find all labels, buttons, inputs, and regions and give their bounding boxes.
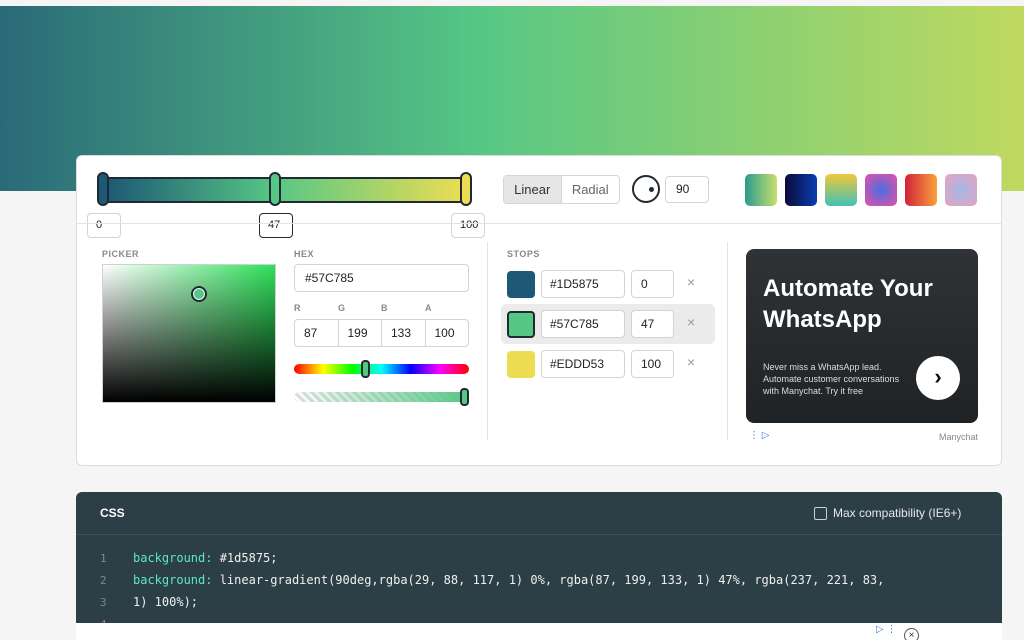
stop-handle-47[interactable] <box>269 172 281 206</box>
ad-info-icon[interactable]: ⋮ ▷ <box>749 430 769 441</box>
preset-swatch-6[interactable] <box>945 174 977 206</box>
code-line: background: #1d5875; <box>133 551 278 565</box>
css-property: background: <box>133 573 213 587</box>
preset-swatch-3[interactable] <box>825 174 857 206</box>
css-title: CSS <box>100 506 125 520</box>
stop-color-swatch[interactable] <box>507 351 535 378</box>
picker-label: PICKER <box>102 249 140 259</box>
vertical-divider <box>727 242 728 440</box>
stops-label: STOPS <box>507 249 540 259</box>
preset-swatch-1[interactable] <box>745 174 777 206</box>
color-picker-knob[interactable] <box>191 286 207 302</box>
gradient-mode-toggle: Linear Radial <box>503 175 620 204</box>
ad-brand: Manychat <box>939 432 979 442</box>
hue-slider-thumb[interactable] <box>361 360 370 378</box>
ad-arrow-button[interactable]: › <box>916 356 960 400</box>
stop-position-input[interactable]: 47 <box>631 310 674 338</box>
g-input[interactable]: 199 <box>339 320 382 346</box>
angle-input[interactable]: 90 <box>665 176 709 203</box>
divider <box>77 223 1001 224</box>
stop-handle-0[interactable] <box>97 172 109 206</box>
preset-swatch-4[interactable] <box>865 174 897 206</box>
stop-color-swatch[interactable] <box>507 311 535 338</box>
stop-row[interactable]: #EDDD53 100 × <box>501 344 715 384</box>
code-line: 1) 100%); <box>133 595 198 609</box>
vertical-divider <box>487 242 488 440</box>
gradient-bar[interactable] <box>104 177 468 203</box>
hex-label: HEX <box>294 249 315 259</box>
gradient-editor-panel: 0 47 100 Linear Radial 90 PICKER HEX #57… <box>76 155 1002 466</box>
css-output-panel: CSS Max compatibility (IE6+) 1 backgroun… <box>76 492 1002 640</box>
a-label: A <box>425 303 432 313</box>
ad-title: Automate Your WhatsApp <box>763 275 933 333</box>
stop-position-47[interactable]: 47 <box>259 213 293 238</box>
hue-slider[interactable] <box>294 364 469 374</box>
r-label: R <box>294 303 301 313</box>
code-line: background: linear-gradient(90deg,rgba(2… <box>133 573 884 587</box>
b-label: B <box>381 303 388 313</box>
a-input[interactable]: 100 <box>426 320 469 346</box>
stop-hex-input[interactable]: #57C785 <box>541 310 625 338</box>
css-value: 1) 100%); <box>133 595 199 609</box>
remove-stop-icon[interactable]: × <box>687 274 695 290</box>
alpha-slider-thumb[interactable] <box>460 388 469 406</box>
remove-stop-icon[interactable]: × <box>687 314 695 330</box>
g-label: G <box>338 303 346 313</box>
stop-color-swatch[interactable] <box>507 271 535 298</box>
max-compatibility-label[interactable]: Max compatibility (IE6+) <box>833 506 961 520</box>
stop-position-input[interactable]: 100 <box>631 350 674 378</box>
saturation-value-picker[interactable] <box>102 264 276 403</box>
advertisement[interactable]: Automate Your WhatsApp Never miss a What… <box>746 249 978 423</box>
stop-handle-100[interactable] <box>460 172 472 206</box>
b-input[interactable]: 133 <box>382 320 426 346</box>
stop-row[interactable]: #57C785 47 × <box>501 304 715 344</box>
stop-hex-input[interactable]: #1D5875 <box>541 270 625 298</box>
css-value: #1d5875; <box>212 551 278 565</box>
close-icon[interactable]: × <box>904 628 919 640</box>
linear-button[interactable]: Linear <box>504 176 562 203</box>
ad-body: Never miss a WhatsApp lead. Automate cus… <box>763 362 900 396</box>
css-value: linear-gradient(90deg,rgba(29, 88, 117, … <box>212 573 885 587</box>
bottom-ad-info-icon[interactable]: ▷ ⋮ <box>876 624 896 635</box>
stop-position-0[interactable]: 0 <box>87 213 121 238</box>
angle-dial-icon[interactable] <box>632 175 660 203</box>
alpha-slider[interactable] <box>294 392 469 402</box>
css-property: background: <box>133 551 213 565</box>
stop-hex-input[interactable]: #EDDD53 <box>541 350 625 378</box>
preset-swatch-2[interactable] <box>785 174 817 206</box>
rgba-inputs: 87 199 133 100 <box>294 319 469 347</box>
stop-position-100[interactable]: 100 <box>451 213 485 238</box>
css-panel-header: CSS Max compatibility (IE6+) <box>76 492 1002 535</box>
max-compatibility-checkbox[interactable] <box>814 507 827 520</box>
line-number: 1 <box>100 552 107 565</box>
remove-stop-icon[interactable]: × <box>687 354 695 370</box>
preset-swatch-5[interactable] <box>905 174 937 206</box>
bottom-ad-banner[interactable] <box>76 623 1002 640</box>
stop-position-input[interactable]: 0 <box>631 270 674 298</box>
stop-row[interactable]: #1D5875 0 × <box>501 264 715 304</box>
line-number: 2 <box>100 574 107 587</box>
line-number: 3 <box>100 596 107 609</box>
hex-input[interactable]: #57C785 <box>294 264 469 292</box>
radial-button[interactable]: Radial <box>562 176 620 203</box>
r-input[interactable]: 87 <box>295 320 339 346</box>
